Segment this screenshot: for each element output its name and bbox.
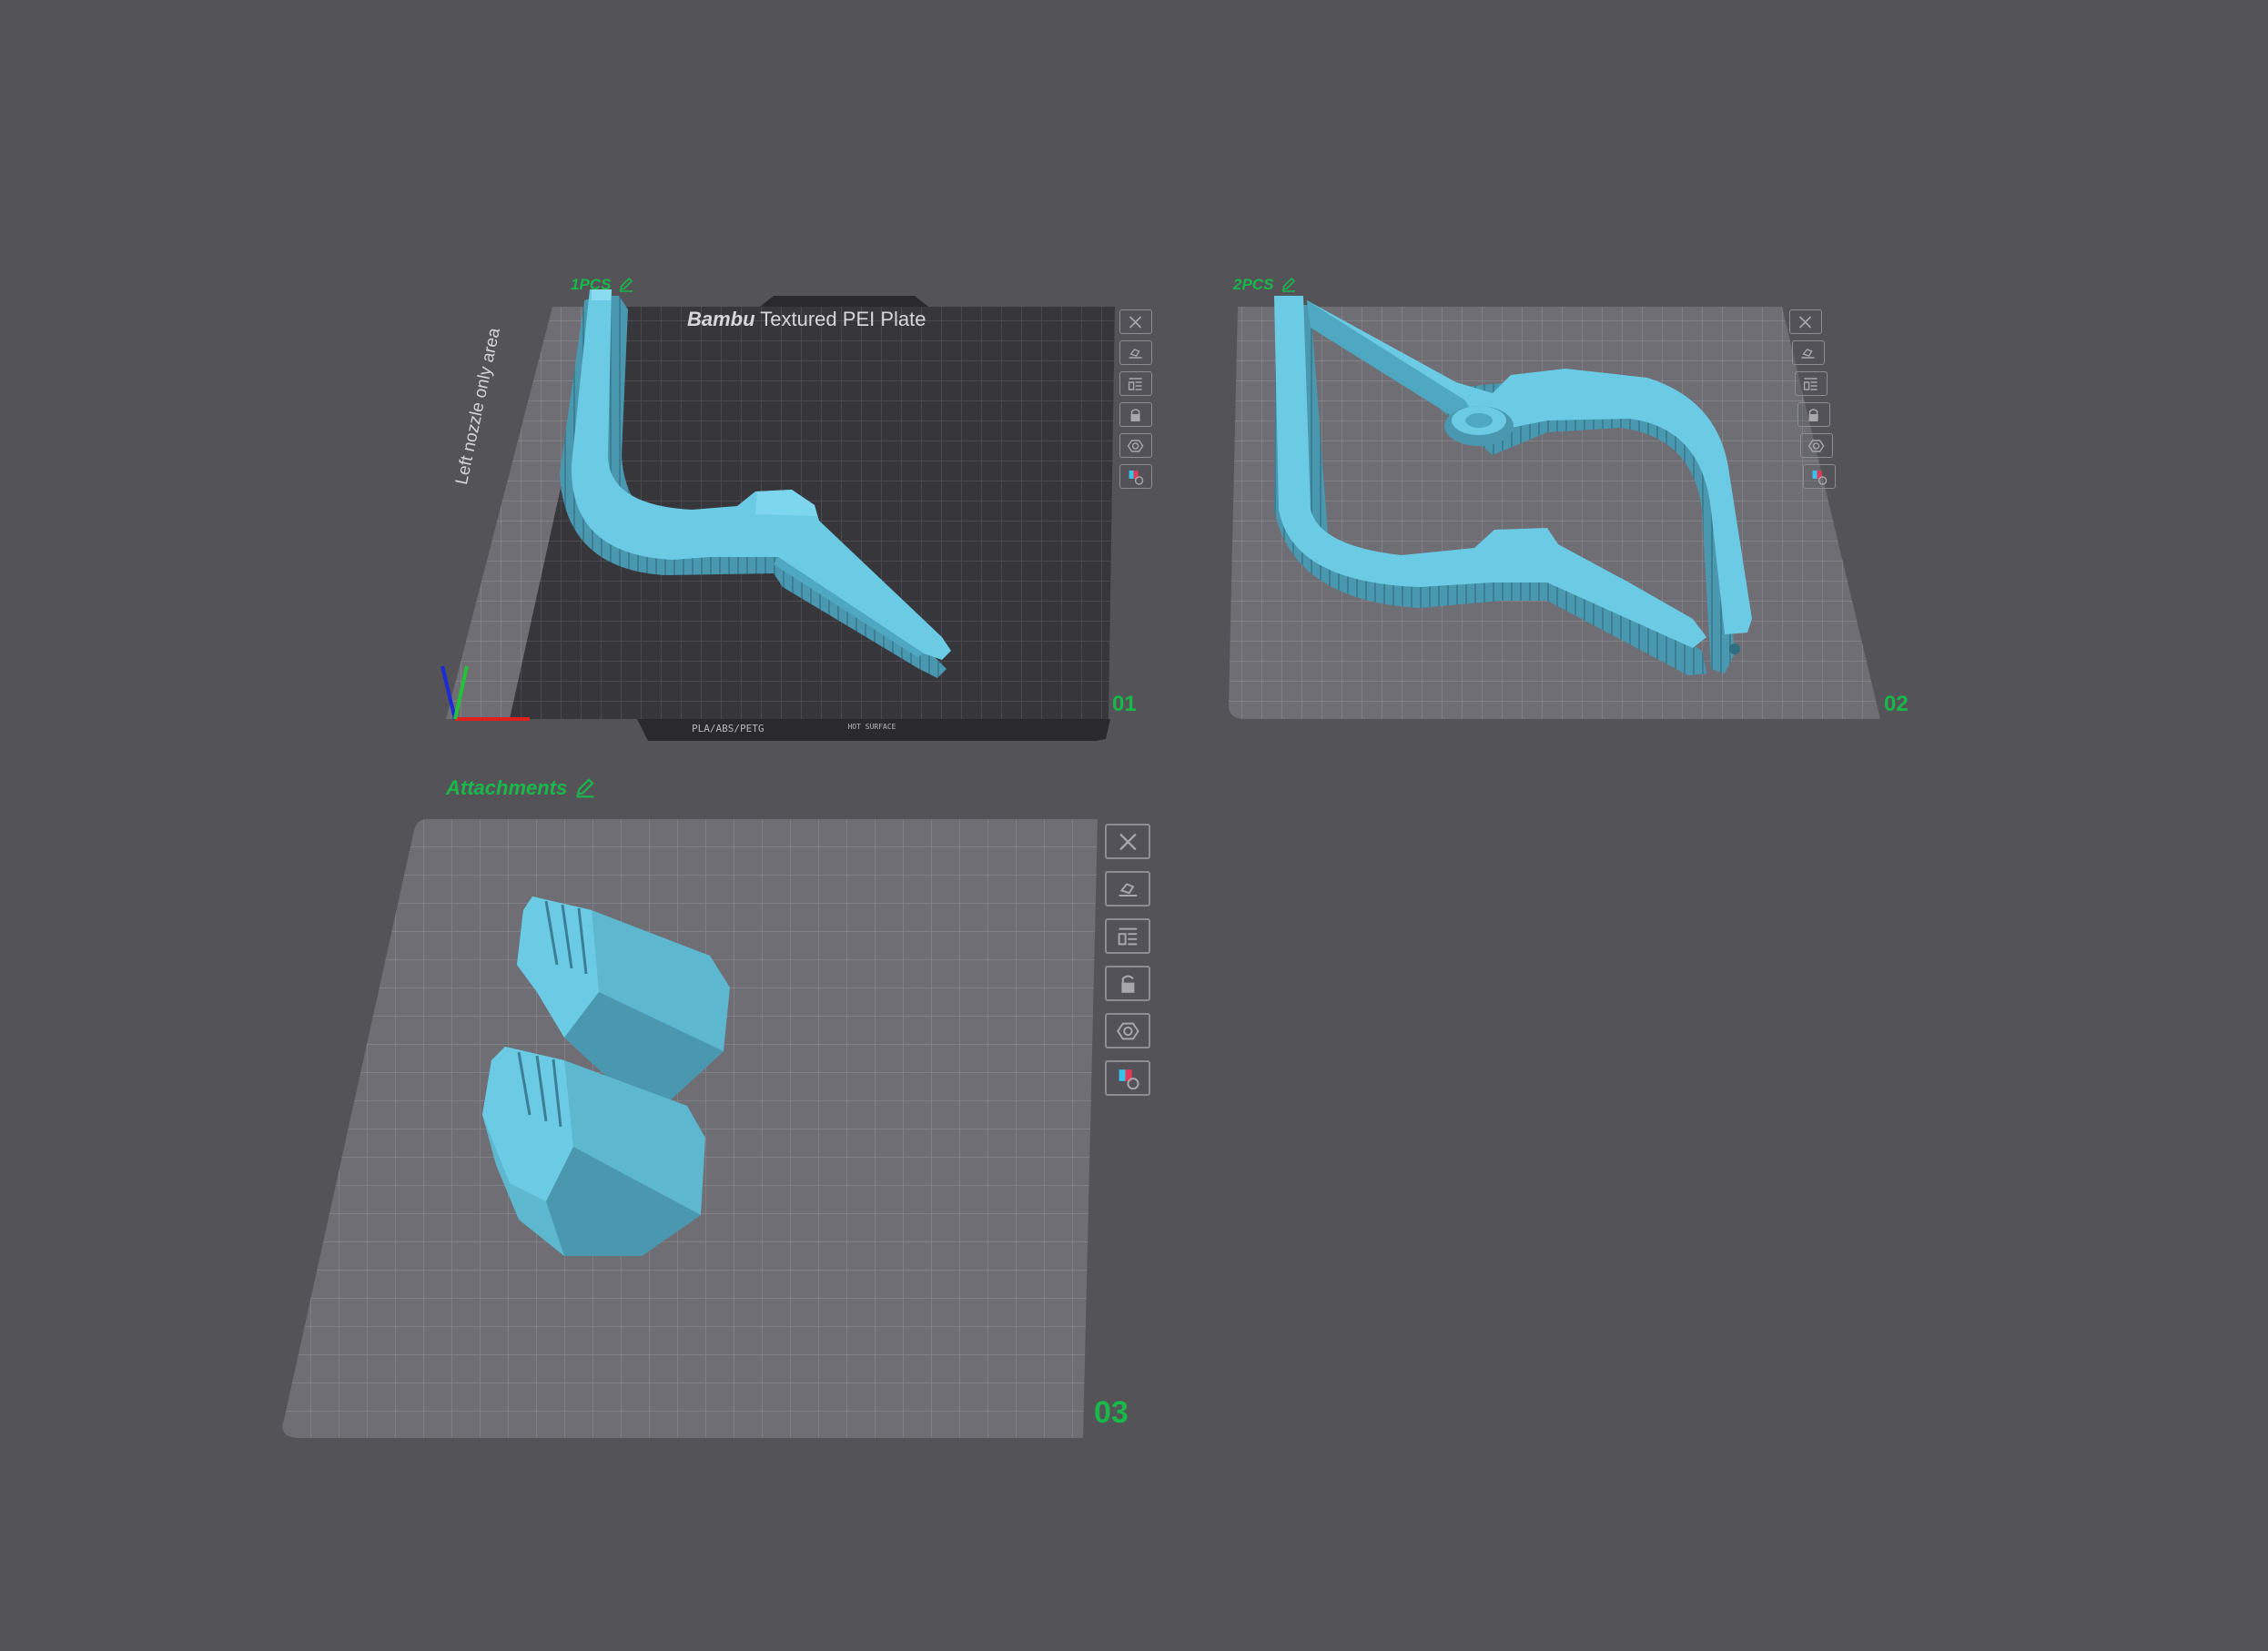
plate-number-01: 01 <box>1112 692 1137 716</box>
settings-icon <box>1808 439 1825 452</box>
arrange-icon <box>1129 377 1142 390</box>
auto-orient-button[interactable] <box>1105 871 1150 907</box>
remove-plate-button[interactable] <box>1119 309 1152 334</box>
orient-icon <box>1802 348 1815 359</box>
bed-footer-surface: HOT SURFACE <box>847 723 896 731</box>
close-icon <box>1799 315 1812 329</box>
plate-name-label: 2PCS <box>1233 276 1274 293</box>
remove-plate-button[interactable] <box>1789 309 1822 334</box>
plate-toolbar-02 <box>1789 309 1836 495</box>
arrange-button[interactable] <box>1795 371 1828 396</box>
plate-01[interactable] <box>440 289 1115 741</box>
plate-02[interactable] <box>1229 296 1880 719</box>
plate-toolbar-01 <box>1119 309 1152 495</box>
bed-title-rest: Textured PEI Plate <box>754 308 926 330</box>
plate-name-03[interactable]: Attachments <box>446 776 596 800</box>
plate-filament-preview-button[interactable] <box>1803 464 1836 489</box>
arrange-button[interactable] <box>1119 371 1152 396</box>
plate-filament-preview-button[interactable] <box>1105 1060 1150 1096</box>
arrange-button[interactable] <box>1105 918 1150 954</box>
edit-icon[interactable] <box>574 777 596 799</box>
lock-icon <box>1120 975 1134 993</box>
auto-orient-button[interactable] <box>1792 340 1825 365</box>
bed-title: Bambu Textured PEI Plate <box>687 308 926 331</box>
plate-settings-button[interactable] <box>1119 433 1152 458</box>
orient-icon <box>1129 348 1142 359</box>
lock-icon <box>1809 408 1818 421</box>
arrange-icon <box>1118 927 1137 945</box>
plate-name-02[interactable]: 2PCS <box>1233 276 1297 294</box>
filament-preview-icon <box>1813 470 1828 485</box>
remove-plate-button[interactable] <box>1105 824 1150 859</box>
plate-03[interactable] <box>282 819 1098 1438</box>
filament-preview-icon <box>1119 1069 1139 1089</box>
filament-preview-icon <box>1129 470 1144 485</box>
lock-icon <box>1131 408 1140 421</box>
bed-footer: PLA/ABS/PETG HOT SURFACE <box>692 723 896 734</box>
bed-title-brand: Bambu <box>687 308 755 330</box>
close-icon <box>1119 833 1137 850</box>
lock-plate-button[interactable] <box>1119 402 1152 427</box>
plate-name-01[interactable]: 1PCS <box>571 276 634 294</box>
orient-icon <box>1119 882 1137 896</box>
plate-settings-button[interactable] <box>1105 1013 1150 1048</box>
plate-name-label: Attachments <box>446 776 568 799</box>
lock-plate-button[interactable] <box>1105 966 1150 1001</box>
plate-number-02: 02 <box>1884 692 1909 716</box>
plate-number-03: 03 <box>1094 1395 1129 1430</box>
plate-toolbar-03 <box>1105 824 1150 1108</box>
edit-icon[interactable] <box>1281 277 1297 293</box>
settings-icon <box>1128 439 1144 452</box>
settings-icon <box>1116 1022 1139 1039</box>
plate-name-label: 1PCS <box>571 276 612 293</box>
edit-icon[interactable] <box>618 277 634 293</box>
bed-footer-filaments: PLA/ABS/PETG <box>692 723 764 734</box>
lock-plate-button[interactable] <box>1797 402 1830 427</box>
auto-orient-button[interactable] <box>1119 340 1152 365</box>
plate-settings-button[interactable] <box>1800 433 1833 458</box>
close-icon <box>1129 315 1142 329</box>
arrange-icon <box>1804 377 1817 390</box>
plate-filament-preview-button[interactable] <box>1119 464 1152 489</box>
